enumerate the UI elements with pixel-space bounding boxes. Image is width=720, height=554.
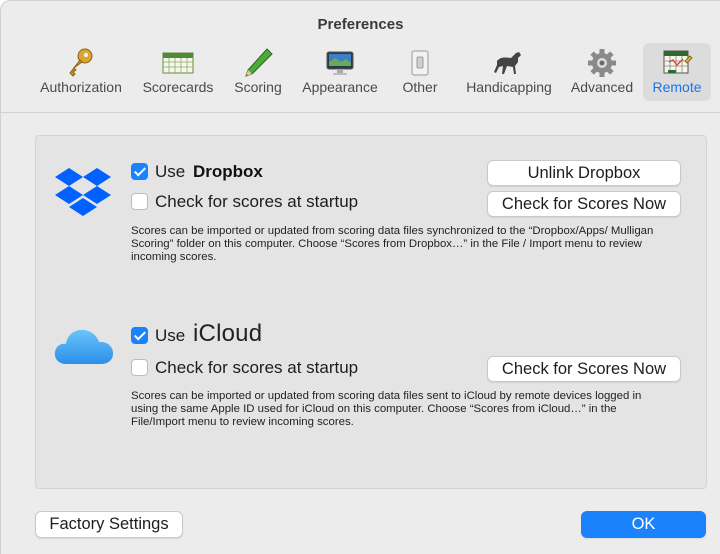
factory-settings-button[interactable]: Factory Settings [35,511,183,538]
tab-advanced-label: Advanced [570,79,634,95]
tab-advanced[interactable]: Advanced [565,43,639,101]
tab-scorecards-label: Scorecards [142,79,214,95]
dropbox-check-scores-button[interactable]: Check for Scores Now [487,191,681,217]
icloud-description: Scores can be imported or updated from s… [131,390,642,428]
monitor-icon [326,51,354,75]
tab-scoring-label: Scoring [234,79,282,95]
tab-scoring[interactable]: Scoring [227,43,289,101]
icloud-brand-label: iCloud [193,320,263,347]
dropbox-brand-label: Dropbox [193,162,263,181]
dropbox-description: Scores can be imported or updated from s… [131,225,654,263]
icloud-use-label: Use [155,326,186,345]
tab-scorecards[interactable]: Scorecards [137,43,219,101]
tab-appearance-label: Appearance [302,79,378,95]
switch-icon [411,50,429,76]
preferences-window: Preferences Authorization Scorecards Sco… [0,0,720,554]
remote-scorecard-icon [663,50,693,74]
icloud-startup-checkbox[interactable] [131,359,148,376]
icloud-startup-label: Check for scores at startup [155,358,359,377]
icloud-check-scores-button[interactable]: Check for Scores Now [487,356,681,382]
scorecard-icon [162,52,194,74]
tab-appearance[interactable]: Appearance [295,43,385,101]
icloud-use-checkbox[interactable] [131,327,148,344]
unlink-dropbox-button[interactable]: Unlink Dropbox [487,160,681,186]
tab-remote[interactable]: Remote [643,43,711,101]
pencil-icon [245,48,273,77]
tab-remote-label: Remote [652,79,702,95]
tab-authorization-label: Authorization [40,79,122,95]
tab-other-label: Other [402,79,438,95]
tab-handicapping[interactable]: Handicapping [459,43,559,101]
key-icon [69,48,93,77]
dropbox-startup-checkbox[interactable] [131,193,148,210]
titlebar: Preferences Authorization Scorecards Sco… [1,1,720,113]
dropbox-logo-icon [55,168,111,216]
gear-icon [588,49,616,77]
window-title: Preferences [317,16,404,33]
tab-handicapping-label: Handicapping [466,79,552,95]
tab-authorization[interactable]: Authorization [33,43,129,101]
horse-icon [494,52,521,74]
dropbox-use-label: Use [155,162,186,181]
remote-settings-panel: Use Dropbox Check for scores at startup … [35,135,707,489]
dropbox-startup-label: Check for scores at startup [155,192,359,211]
dropbox-use-checkbox[interactable] [131,163,148,180]
icloud-logo-icon [54,329,114,364]
ok-button[interactable]: OK [581,511,706,538]
tab-other[interactable]: Other [393,43,447,101]
toolbar: Authorization Scorecards Scoring Appeara… [1,43,720,103]
